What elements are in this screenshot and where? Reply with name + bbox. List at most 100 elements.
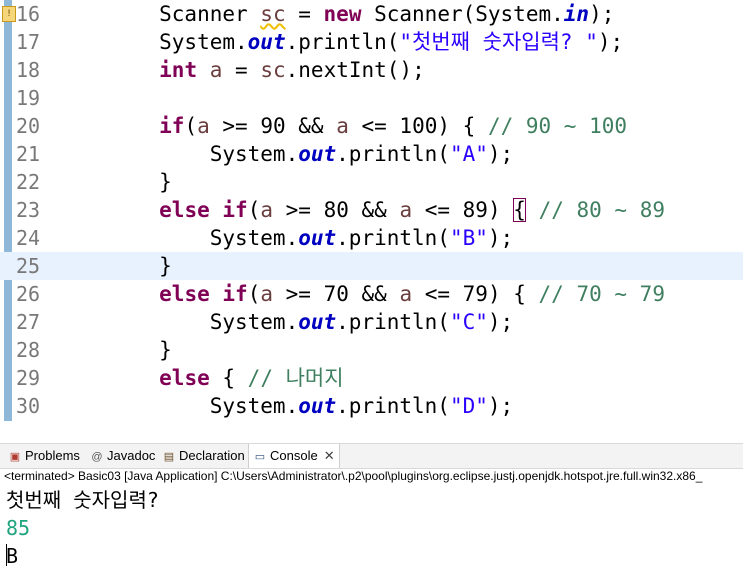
code-token: if (222, 282, 248, 306)
line-number: 16 (16, 2, 41, 26)
code-text[interactable]: else if(a >= 80 && a <= 89) { // 80 ~ 89 (58, 196, 665, 224)
code-line[interactable]: 20 if(a >= 90 && a <= 100) { // 90 ~ 100 (0, 112, 743, 140)
tab-problems[interactable]: ▣ Problems (4, 444, 84, 468)
code-line[interactable]: 21 System.out.println("A"); (0, 140, 743, 168)
code-token: ); (597, 30, 624, 54)
code-token: Scanner(System. (361, 2, 564, 26)
code-line[interactable]: 29 else { // 나머지 (0, 364, 743, 392)
code-text[interactable]: System.out.println("C"); (58, 308, 513, 336)
code-line[interactable]: 18 int a = sc.nextInt(); (0, 56, 743, 84)
code-token: { (209, 366, 248, 390)
code-text[interactable]: } (58, 336, 172, 364)
code-line[interactable]: 22 } (0, 168, 743, 196)
code-line[interactable]: 23 else if(a >= 80 && a <= 89) { // 80 ~… (0, 196, 743, 224)
code-token: ); (487, 310, 514, 334)
code-token: } (58, 254, 172, 278)
code-token: { (513, 198, 526, 222)
code-text[interactable]: else if(a >= 70 && a <= 79) { // 70 ~ 79 (58, 280, 665, 308)
code-line[interactable]: 30 System.out.println("D"); (0, 392, 743, 420)
code-text[interactable]: System.out.println("A"); (58, 140, 513, 168)
code-text[interactable]: System.out.println("D"); (58, 392, 513, 420)
code-token: else (159, 198, 210, 222)
code-token: if (222, 198, 248, 222)
code-token: "B" (449, 226, 488, 250)
line-number: 26 (16, 282, 41, 306)
code-token: = (222, 58, 261, 82)
code-token: System. (58, 394, 299, 418)
line-number: 25 (16, 254, 41, 278)
code-text[interactable]: Scanner sc = new Scanner(System.in); (58, 0, 614, 28)
line-number: 24 (16, 226, 41, 250)
code-line[interactable]: 26 else if(a >= 70 && a <= 79) { // 70 ~… (0, 280, 743, 308)
code-token: "C" (449, 310, 488, 334)
code-token: a (260, 198, 273, 222)
line-number: 23 (16, 198, 41, 222)
line-number: 30 (16, 394, 41, 418)
line-number: 29 (16, 366, 41, 390)
tab-label: Problems (25, 448, 80, 463)
code-text[interactable]: if(a >= 90 && a <= 100) { // 90 ~ 100 (58, 112, 627, 140)
code-token: ( (247, 198, 261, 222)
code-token: out (298, 310, 337, 334)
code-token: sc (260, 2, 286, 26)
code-token: ( (184, 114, 198, 138)
code-text[interactable]: System.out.println("B"); (58, 224, 513, 252)
tab-console[interactable]: ▭ Console ✕ (248, 444, 340, 468)
code-token: a (399, 198, 413, 222)
code-token: <= 79) { (412, 282, 539, 306)
code-token: System. (58, 310, 299, 334)
console-status-line: <terminated> Basic03 [Java Application] … (4, 469, 703, 483)
code-token: "D" (449, 394, 488, 418)
code-text[interactable]: else { // 나머지 (58, 364, 343, 392)
code-token: .println( (336, 394, 450, 418)
close-tab-icon[interactable]: ✕ (324, 448, 335, 463)
code-token: = (285, 2, 324, 26)
code-token: a (260, 282, 273, 306)
code-text[interactable]: } (58, 168, 172, 196)
code-token: >= 80 && (273, 198, 400, 222)
tab-declaration[interactable]: ▤ Declaration (158, 444, 249, 468)
code-token: >= 90 && (209, 114, 337, 138)
tab-label: Console (270, 448, 318, 463)
code-token: if (159, 114, 185, 138)
line-number: 27 (16, 310, 41, 334)
console-input-line: 85 (6, 516, 31, 540)
code-token: else (159, 366, 210, 390)
warning-marker-icon[interactable]: ! (2, 6, 16, 22)
code-token: .nextInt(); (285, 58, 425, 82)
code-token: <= 100) { (348, 114, 488, 138)
code-token: in (563, 2, 590, 26)
console-output[interactable]: 첫번째 숫자입력? 85 B (0, 486, 743, 571)
tab-javadoc[interactable]: @ Javadoc (86, 444, 159, 468)
code-line[interactable]: 25 } (0, 252, 743, 280)
line-number: 22 (16, 170, 41, 194)
code-token: // 70 ~ 79 (538, 282, 665, 306)
code-line[interactable]: 16 Scanner sc = new Scanner(System.in);! (0, 0, 743, 28)
code-text[interactable]: int a = sc.nextInt(); (58, 56, 425, 84)
code-token: .println( (336, 226, 450, 250)
code-token: System. (58, 142, 299, 166)
code-token: out (298, 394, 337, 418)
code-line[interactable]: 27 System.out.println("C"); (0, 308, 743, 336)
code-line[interactable]: 24 System.out.println("B"); (0, 224, 743, 252)
problems-icon: ▣ (9, 450, 21, 463)
text-caret (6, 544, 7, 566)
code-token: a (336, 114, 349, 138)
code-text[interactable]: System.out.println("첫번째 숫자입력? "); (58, 28, 623, 56)
code-token: out (247, 30, 286, 54)
code-line[interactable]: 17 System.out.println("첫번째 숫자입력? "); (0, 28, 743, 56)
code-editor[interactable]: 16 Scanner sc = new Scanner(System.in);!… (0, 0, 743, 421)
code-token: out (298, 226, 337, 250)
code-token: a (197, 114, 210, 138)
code-line[interactable]: 28 } (0, 336, 743, 364)
code-text[interactable]: } (58, 252, 172, 280)
code-token: ( (247, 282, 261, 306)
code-line[interactable]: 19 (0, 84, 743, 112)
code-token: <= 89) (412, 198, 514, 222)
